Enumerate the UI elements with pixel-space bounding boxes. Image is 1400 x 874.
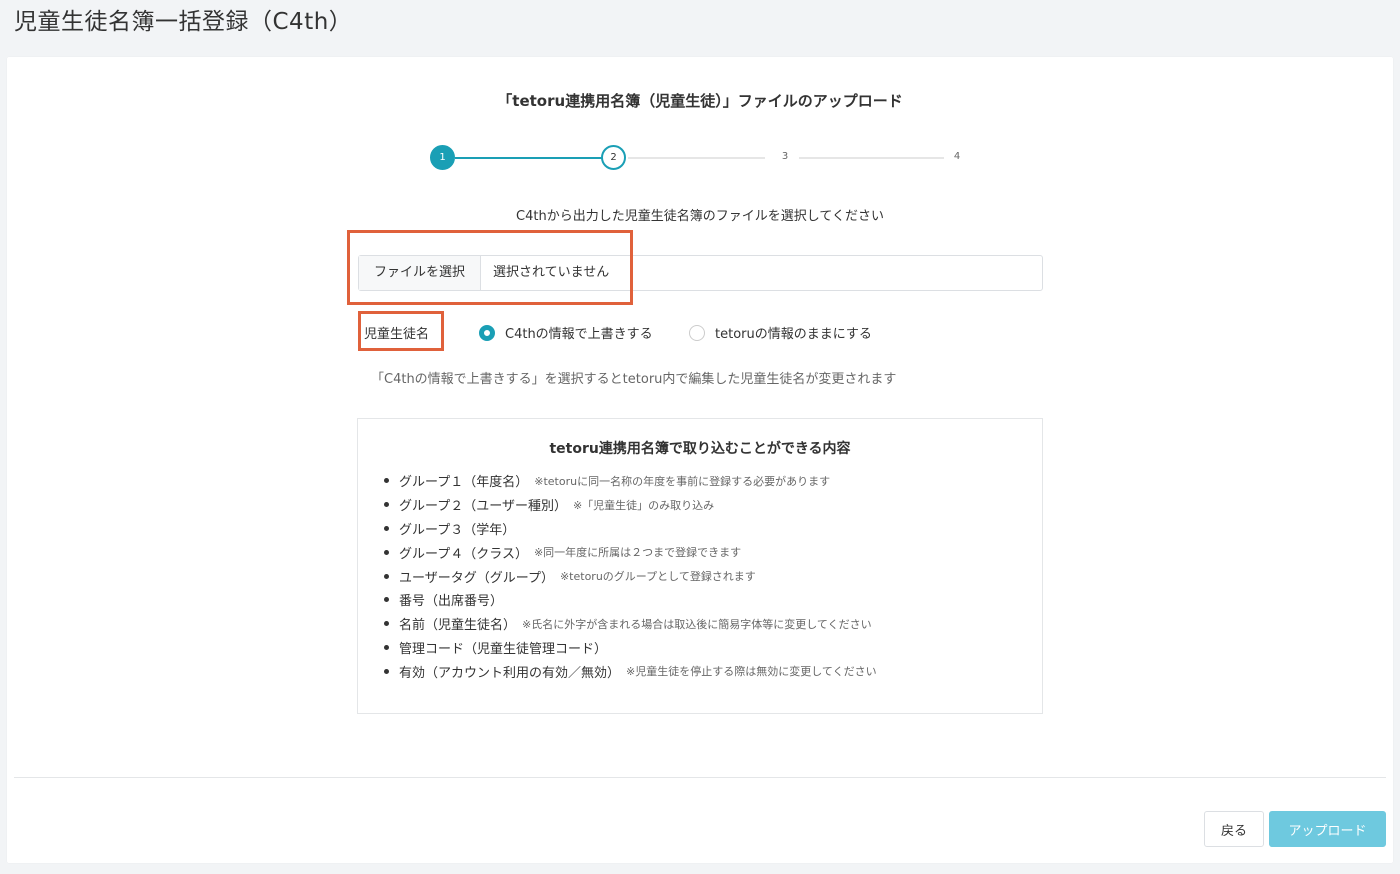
item-text: グループ２（ユーザー種別） <box>399 499 567 515</box>
list-item: グループ３（学年） <box>384 517 877 541</box>
step-1: 1 <box>430 145 455 170</box>
list-item: 有効（アカウント利用の有効／無効） ※児童生徒を停止する際は無効に変更してください <box>384 659 877 683</box>
bullet-icon <box>384 502 389 508</box>
upload-instruction: C4thから出力した児童生徒名簿のファイルを選択してください <box>516 209 884 224</box>
bullet-icon <box>384 478 389 484</box>
step-connector-2 <box>628 157 765 159</box>
item-text: 番号（出席番号） <box>399 594 504 610</box>
item-note: ※同一年度に所属は２つまで登録できます <box>533 546 742 560</box>
radio-overwrite[interactable]: C4thの情報で上書きする <box>479 323 653 342</box>
bullet-icon <box>384 525 389 531</box>
highlight-name-label <box>358 311 444 351</box>
overwrite-note: 「C4thの情報で上書きする」を選択するとtetoru内で編集した児童生徒名が変… <box>371 372 897 387</box>
bullet-icon <box>384 644 389 650</box>
item-text: 有効（アカウント利用の有効／無効） <box>399 665 621 681</box>
highlight-file-input <box>347 230 633 305</box>
item-note: ※tetoruのグループとして登録されます <box>559 570 756 584</box>
radio-overwrite-label[interactable]: C4thの情報で上書きする <box>505 323 653 342</box>
list-item: グループ２（ユーザー種別） ※「児童生徒」のみ取り込み <box>384 493 877 517</box>
radio-checked-icon[interactable] <box>479 324 495 341</box>
radio-unchecked-icon[interactable] <box>689 324 705 341</box>
page-title: 児童生徒名簿一括登録（C4th） <box>14 9 353 35</box>
bullet-icon <box>384 668 389 674</box>
step-4: 4 <box>953 151 961 162</box>
list-item: ユーザータグ（グループ） ※tetoruのグループとして登録されます <box>384 564 877 588</box>
upload-button[interactable]: アップロード <box>1269 811 1386 847</box>
item-text: 名前（児童生徒名） <box>399 618 517 634</box>
main-card: 「tetoru連携用名簿（児童生徒）」ファイルのアップロード 1 2 3 4 C… <box>7 57 1393 863</box>
bullet-icon <box>384 597 389 603</box>
item-text: ユーザータグ（グループ） <box>399 570 554 586</box>
step-connector-3 <box>799 157 944 159</box>
step-3: 3 <box>781 151 789 162</box>
footer-divider <box>14 777 1386 778</box>
step-2: 2 <box>601 145 626 170</box>
item-text: グループ４（クラス） <box>399 546 528 562</box>
list-item: グループ１（年度名） ※tetoruに同一名称の年度を事前に登録する必要があります <box>384 469 877 493</box>
item-note: ※「児童生徒」のみ取り込み <box>572 498 715 512</box>
bullet-icon <box>384 573 389 579</box>
back-button[interactable]: 戻る <box>1204 811 1264 847</box>
item-note: ※児童生徒を停止する際は無効に変更してください <box>626 665 877 679</box>
list-item: グループ４（クラス） ※同一年度に所属は２つまで登録できます <box>384 540 877 564</box>
item-text: グループ３（学年） <box>399 522 516 538</box>
stepper: 1 2 3 4 <box>7 145 1393 171</box>
list-item: 番号（出席番号） <box>384 588 877 612</box>
info-list: グループ１（年度名） ※tetoruに同一名称の年度を事前に登録する必要があります… <box>384 469 877 683</box>
info-box: tetoru連携用名簿で取り込むことができる内容 グループ１（年度名） ※teto… <box>357 418 1043 714</box>
list-item: 管理コード（児童生徒管理コード） <box>384 636 877 660</box>
bullet-icon <box>384 549 389 555</box>
list-item: 名前（児童生徒名） ※氏名に外字が含まれる場合は取込後に簡易字体等に変更してくださ… <box>384 612 877 636</box>
radio-keep[interactable]: tetoruの情報のままにする <box>689 323 872 342</box>
radio-keep-label[interactable]: tetoruの情報のままにする <box>715 323 872 342</box>
item-text: グループ１（年度名） <box>399 475 529 491</box>
item-note: ※氏名に外字が含まれる場合は取込後に簡易字体等に変更してください <box>522 617 872 631</box>
upload-title: 「tetoru連携用名簿（児童生徒）」ファイルのアップロード <box>497 92 903 110</box>
item-note: ※tetoruに同一名称の年度を事前に登録する必要があります <box>534 474 831 488</box>
info-title: tetoru連携用名簿で取り込むことができる内容 <box>549 441 851 457</box>
bullet-icon <box>384 621 389 627</box>
item-text: 管理コード（児童生徒管理コード） <box>399 641 608 657</box>
step-connector-1 <box>455 157 605 159</box>
